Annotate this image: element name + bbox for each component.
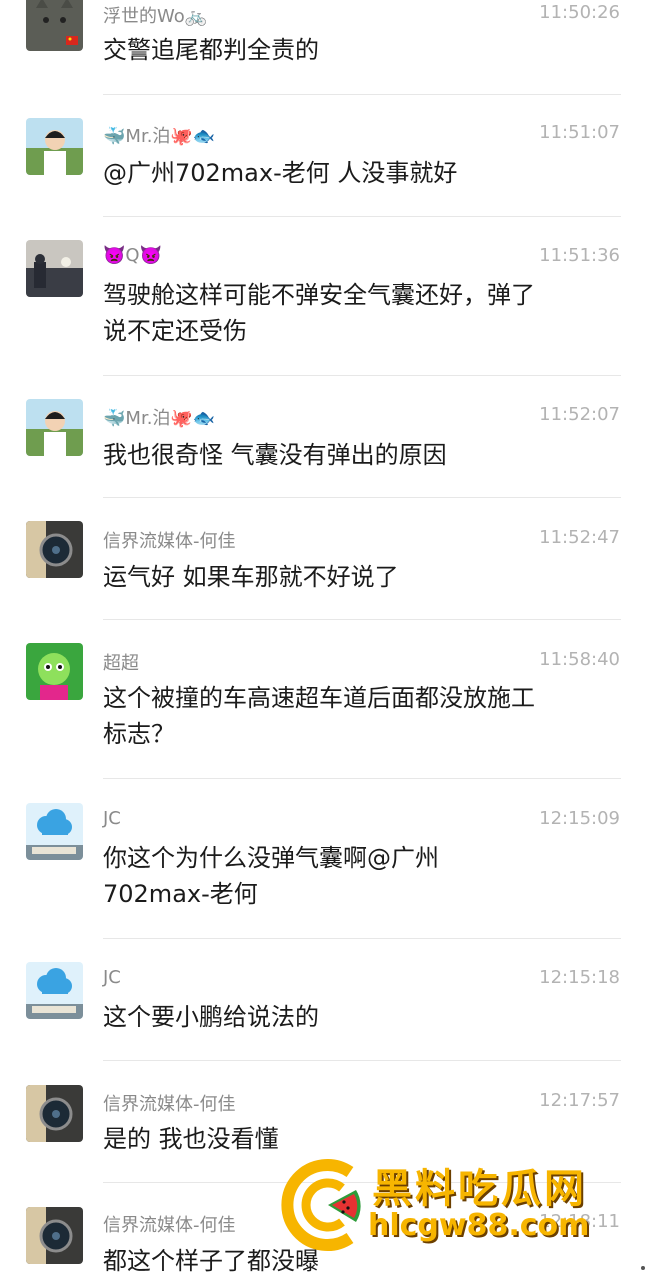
- watermark-title: 黑料吃瓜网: [372, 1166, 587, 1212]
- comment-text: 我也很奇怪 气囊没有弹出的原因: [103, 441, 447, 469]
- comment-author[interactable]: 信界流媒体-何佳: [103, 1211, 236, 1237]
- comment-text: 你这个为什么没弹气囊啊@广州 702max-老何: [103, 844, 439, 908]
- divider: [103, 216, 621, 217]
- comment-time: 11:50:26: [539, 2, 620, 23]
- divider: [103, 619, 621, 620]
- comment-time: 11:51:07: [539, 122, 620, 143]
- comment-time: 11:52:07: [539, 404, 620, 425]
- comment-text: 驾驶舱这样可能不弹安全气囊还好，弹了 说不定还受伤: [103, 281, 535, 345]
- comment-author[interactable]: 🐳Mr.泊🐙🐟: [103, 122, 215, 148]
- comment-text: @广州702max-老何 人没事就好: [103, 159, 458, 187]
- divider: [103, 1060, 621, 1061]
- comment-author[interactable]: 🐳Mr.泊🐙🐟: [103, 404, 215, 430]
- comment-author[interactable]: 超超: [103, 649, 139, 675]
- cat-avatar[interactable]: [26, 0, 83, 51]
- watch-avatar[interactable]: [26, 1085, 83, 1142]
- watermelon-logo-icon: [280, 1150, 370, 1260]
- boy-avatar[interactable]: [26, 399, 83, 456]
- comment-text: 这个被撞的车高速超车道后面都没放施工 标志？: [103, 684, 535, 748]
- cloud-avatar[interactable]: [26, 962, 83, 1019]
- comment-author[interactable]: 👿Q👿: [103, 245, 162, 266]
- divider: [103, 497, 621, 498]
- site-watermark: 黑料吃瓜网 hlcgw88.com: [280, 1150, 620, 1260]
- comment-text: 运气好 如果车那就不好说了: [103, 563, 399, 591]
- comment-author[interactable]: JC: [103, 808, 121, 829]
- cloud-avatar[interactable]: [26, 803, 83, 860]
- divider: [103, 778, 621, 779]
- cartoon-avatar[interactable]: [26, 643, 83, 700]
- comment-author[interactable]: 信界流媒体-何佳: [103, 1090, 236, 1116]
- comment-time: 11:58:40: [539, 649, 620, 670]
- comment-time: 11:52:47: [539, 527, 620, 548]
- watch-avatar[interactable]: [26, 521, 83, 578]
- sunset-avatar[interactable]: [26, 240, 83, 297]
- comment-time: 12:15:09: [539, 808, 620, 829]
- comment-author[interactable]: 浮世的Wo🚲: [103, 2, 207, 28]
- divider: [103, 94, 621, 95]
- watermark-url: hlcgw88.com: [368, 1208, 590, 1243]
- boy-avatar[interactable]: [26, 118, 83, 175]
- comment-text: 这个要小鹏给说法的: [103, 1003, 319, 1031]
- divider: [103, 375, 621, 376]
- divider: [103, 938, 621, 939]
- comment-time: 12:15:18: [539, 967, 620, 988]
- comment-author[interactable]: JC: [103, 967, 121, 988]
- comment-author[interactable]: 信界流媒体-何佳: [103, 527, 236, 553]
- comment-time: 11:51:36: [539, 245, 620, 266]
- comment-time: 12:17:57: [539, 1090, 620, 1111]
- watch-avatar[interactable]: [26, 1207, 83, 1264]
- scroll-indicator: [641, 1266, 645, 1270]
- comment-text: 交警追尾都判全责的: [103, 36, 319, 64]
